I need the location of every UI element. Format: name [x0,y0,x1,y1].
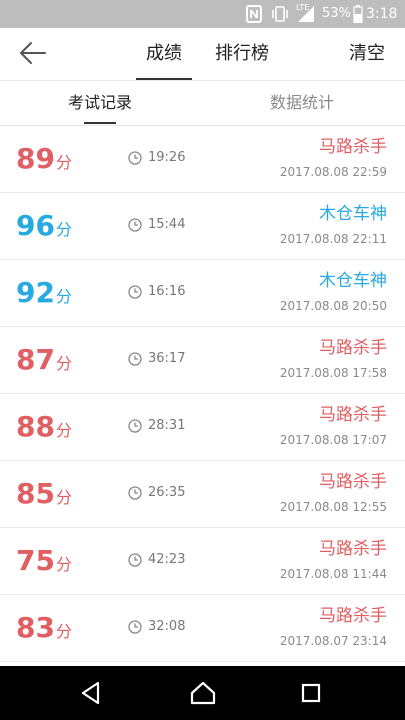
battery-icon [353,5,363,28]
app-bar: 成绩 排行榜 清空 [0,28,405,81]
record-row[interactable]: 83分 32:08 马路杀手 2017.08.07 23:14 [0,595,405,662]
system-nav-bar [0,666,405,720]
square-recents-icon [301,683,321,703]
tab-scores[interactable]: 成绩 [136,43,192,80]
score-unit: 分 [55,153,72,172]
duration-value: 19:26 [148,150,186,165]
clock-icon [128,352,142,366]
duration: 26:35 [128,485,185,501]
clear-button[interactable]: 清空 [349,43,385,65]
score: 92分 [16,276,72,314]
arrow-left-icon [20,42,46,64]
record-date: 2017.08.08 22:59 [279,165,387,179]
score-value: 88 [16,410,55,443]
score-value: 87 [16,343,55,376]
duration-value: 28:31 [148,418,186,433]
record-row[interactable]: 87分 36:17 马路杀手 2017.08.08 17:58 [0,327,405,394]
score: 96分 [16,209,72,247]
duration: 28:31 [128,418,185,434]
user-name: 马路杀手 [319,606,387,626]
score-unit: 分 [55,421,72,440]
tab-exam-records[interactable]: 考试记录 [68,93,132,124]
tab-ranking[interactable]: 排行榜 [215,43,269,65]
duration-value: 16:16 [148,284,186,299]
duration: 16:16 [128,284,185,300]
user-name: 马路杀手 [319,472,387,492]
score-value: 89 [16,142,55,175]
tab-data-stats[interactable]: 数据统计 [270,93,334,113]
duration: 36:17 [128,351,185,367]
record-row[interactable]: 89分 19:26 马路杀手 2017.08.08 22:59 [0,126,405,193]
clock-icon [128,486,142,500]
record-date: 2017.08.08 12:55 [279,500,387,514]
nav-recents-button[interactable] [296,680,326,706]
back-button[interactable] [18,40,52,68]
exam-records-list[interactable]: 89分 19:26 马路杀手 2017.08.08 22:59 96分 15:4… [0,126,405,666]
duration: 19:26 [128,150,185,166]
score-unit: 分 [55,622,72,641]
record-date: 2017.08.08 11:44 [279,567,387,581]
duration: 42:23 [128,552,185,568]
score-unit: 分 [55,488,72,507]
battery-percent: 53% [322,6,351,21]
record-date: 2017.08.07 23:14 [279,634,387,648]
score-value: 85 [16,477,55,510]
vibrate-icon [270,4,290,29]
clock-icon [128,285,142,299]
record-row[interactable]: 75分 42:23 马路杀手 2017.08.08 11:44 [0,528,405,595]
user-name: 木仓车神 [319,271,387,291]
nav-home-button[interactable] [188,680,218,706]
score-unit: 分 [55,555,72,574]
score: 85分 [16,477,72,515]
record-date: 2017.08.08 22:11 [279,232,387,246]
score: 83分 [16,611,72,649]
clock-icon [128,419,142,433]
home-icon [190,681,216,705]
signal-icon [296,5,316,28]
clock-icon [128,553,142,567]
duration: 15:44 [128,217,185,233]
clock: 3:18 [366,6,398,22]
record-date: 2017.08.08 17:07 [279,433,387,447]
score-value: 92 [16,276,55,309]
duration-value: 42:23 [148,552,186,567]
score-value: 75 [16,544,55,577]
score-value: 83 [16,611,55,644]
record-row[interactable]: 96分 15:44 木仓车神 2017.08.08 22:11 [0,193,405,260]
record-date: 2017.08.08 20:50 [279,299,387,313]
score: 88分 [16,410,72,448]
nav-back-button[interactable] [76,680,106,706]
status-bar: LTE 53% 3:18 [0,0,405,28]
sub-tab-bar: 考试记录 数据统计 [0,81,405,126]
duration-value: 26:35 [148,485,186,500]
record-row[interactable]: 92分 16:16 木仓车神 2017.08.08 20:50 [0,260,405,327]
duration-value: 32:08 [148,619,186,634]
duration: 32:08 [128,619,185,635]
duration-value: 15:44 [148,217,186,232]
score-unit: 分 [55,220,72,239]
score: 87分 [16,343,72,381]
score: 89分 [16,142,72,180]
user-name: 马路杀手 [319,338,387,358]
clock-icon [128,218,142,232]
record-row[interactable]: 85分 26:35 马路杀手 2017.08.08 12:55 [0,461,405,528]
score-value: 96 [16,209,55,242]
record-row[interactable]: 88分 28:31 马路杀手 2017.08.08 17:07 [0,394,405,461]
triangle-back-icon [81,681,100,705]
user-name: 马路杀手 [319,539,387,559]
nfc-icon [246,5,262,28]
clock-icon [128,151,142,165]
clock-icon [128,620,142,634]
score-unit: 分 [55,287,72,306]
duration-value: 36:17 [148,351,186,366]
record-date: 2017.08.08 17:58 [279,366,387,380]
score: 75分 [16,544,72,582]
user-name: 木仓车神 [319,204,387,224]
user-name: 马路杀手 [319,405,387,425]
user-name: 马路杀手 [319,137,387,157]
score-unit: 分 [55,354,72,373]
